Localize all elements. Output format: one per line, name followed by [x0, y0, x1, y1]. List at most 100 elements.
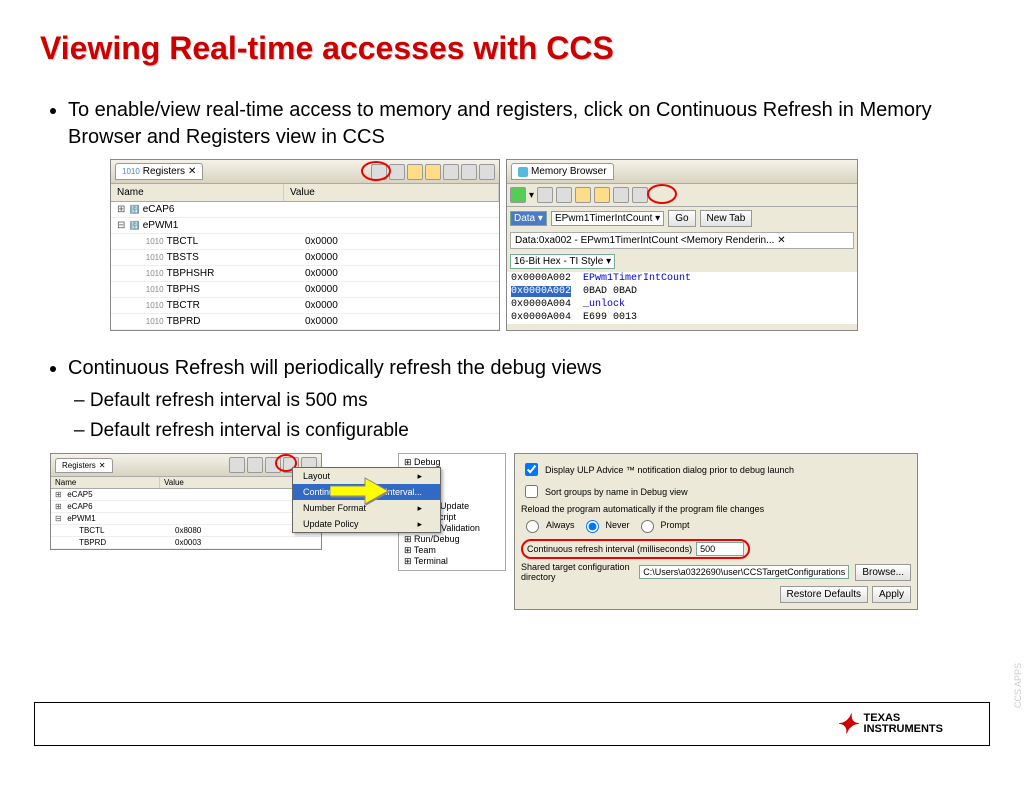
- radio[interactable]: [641, 520, 654, 533]
- registers-body: ⊞ 🔢eCAP6⊟ 🔢ePWM1 1010TBCTL0x0000 1010TBS…: [111, 202, 499, 330]
- address-field[interactable]: EPwm1TimerIntCount ▾: [551, 211, 664, 226]
- dropdown-arrow-icon[interactable]: ▾: [529, 190, 534, 201]
- radio[interactable]: [586, 520, 599, 533]
- checkbox[interactable]: [525, 485, 538, 498]
- tool-icon[interactable]: [510, 187, 526, 203]
- mem-line[interactable]: 0x0000A002 0BAD 0BAD: [507, 285, 857, 298]
- restore-defaults-button[interactable]: Restore Defaults: [780, 586, 868, 603]
- interval-row: Continuous refresh interval (millisecond…: [521, 539, 911, 559]
- browse-button[interactable]: Browse...: [855, 564, 911, 581]
- tool-icon[interactable]: [443, 164, 459, 180]
- format-select[interactable]: 16-Bit Hex - TI Style ▾: [510, 254, 615, 269]
- mem-line[interactable]: 0x0000A002 EPwm1TimerIntCount: [507, 272, 857, 285]
- registers-panel: 1010Registers ✕ Name Value ⊞ 🔢eCAP6⊟ 🔢eP…: [110, 159, 500, 331]
- tree-item[interactable]: ⊞ Team: [402, 545, 502, 556]
- apply-button[interactable]: Apply: [872, 586, 911, 603]
- table-row[interactable]: ⊞ eCAP6: [51, 501, 321, 513]
- tool-icon[interactable]: [461, 164, 477, 180]
- radio[interactable]: [526, 520, 539, 533]
- col-name-header[interactable]: Name: [111, 184, 284, 201]
- tool-icon[interactable]: [556, 187, 572, 203]
- table-row[interactable]: 1010TBCTR0x0000: [111, 298, 499, 314]
- registers-header: Name Value: [111, 184, 499, 202]
- ti-logo-text: TEXASINSTRUMENTS: [864, 713, 943, 735]
- mem-tabbar: Memory Browser: [507, 160, 857, 184]
- new-tab-button[interactable]: New Tab: [700, 210, 753, 227]
- table-row[interactable]: TBPRD0x0003: [51, 537, 321, 549]
- sub-2: Default refresh interval is configurable: [92, 418, 984, 444]
- table-row[interactable]: 1010TBCTL0x0000: [111, 234, 499, 250]
- menu-item[interactable]: Update Policy ▸: [293, 516, 440, 532]
- watermark: CCS APPS: [1013, 663, 1023, 708]
- refresh-icon[interactable]: [407, 164, 423, 180]
- tool-icon[interactable]: [613, 187, 629, 203]
- mem-render-tab[interactable]: Data:0xa002 - EPwm1TimerIntCount <Memory…: [510, 232, 854, 249]
- tool-icon[interactable]: [537, 187, 553, 203]
- table-row[interactable]: 1010TBSTS0x0000: [111, 250, 499, 266]
- continuous-refresh-icon[interactable]: [594, 187, 610, 203]
- registers-tab[interactable]: Registers ✕: [55, 458, 113, 473]
- checkbox[interactable]: [525, 463, 538, 476]
- col-value-header[interactable]: Value: [284, 184, 499, 201]
- tree-item[interactable]: ⊞ Run/Debug: [402, 534, 502, 545]
- tree-item[interactable]: ⊞ Terminal: [402, 556, 502, 567]
- table-row[interactable]: ⊞ eCAP5: [51, 489, 321, 501]
- go-button[interactable]: Go: [668, 210, 695, 227]
- refresh-icon[interactable]: [575, 187, 591, 203]
- mem-line[interactable]: 0x0000A004 _unlock: [507, 298, 857, 311]
- red-circle-annotation: Continuous refresh interval (millisecond…: [521, 539, 750, 559]
- bullet-list: To enable/view real-time access to memor…: [40, 97, 984, 151]
- table-row[interactable]: 1010TBPRD0x0000: [111, 314, 499, 330]
- chk-ulp[interactable]: Display ULP Advice ™ notification dialog…: [521, 460, 911, 479]
- tool-icon[interactable]: [247, 457, 263, 473]
- registers-icon: 1010: [122, 167, 140, 176]
- table-row[interactable]: TBCTL0x8080: [51, 525, 321, 537]
- radio-prompt[interactable]: Prompt: [636, 517, 690, 533]
- arrow-icon: [330, 473, 390, 515]
- reload-options: Always Never Prompt: [521, 517, 911, 536]
- pref-buttons: Restore Defaults Apply: [521, 586, 911, 603]
- table-row[interactable]: 1010TBPHSHR0x0000: [111, 266, 499, 282]
- data-select[interactable]: Data ▾: [510, 211, 547, 226]
- mem-format-row: 16-Bit Hex - TI Style ▾: [507, 251, 857, 272]
- mem-icon: [518, 167, 528, 177]
- chk-sort[interactable]: Sort groups by name in Debug view: [521, 482, 911, 501]
- radio-never[interactable]: Never: [581, 517, 630, 533]
- continuous-refresh-icon[interactable]: [425, 164, 441, 180]
- registers-body-small: ⊞ eCAP5⊞ eCAP6⊟ ePWM1 TBCTL0x8080 TBPRD0…: [51, 489, 321, 549]
- bullet-list-2: Continuous Refresh will periodically ref…: [40, 355, 984, 443]
- registers-tabbar: 1010Registers ✕: [111, 160, 499, 184]
- tool-icon[interactable]: [632, 187, 648, 203]
- bullet-1: To enable/view real-time access to memor…: [68, 97, 984, 151]
- red-circle-annotation: [647, 184, 677, 204]
- shared-row: Shared target configuration directory C:…: [521, 562, 911, 582]
- table-row[interactable]: ⊞ 🔢eCAP6: [111, 202, 499, 218]
- slide-title: Viewing Real-time accesses with CCS: [40, 30, 984, 67]
- mem-toolbar: ▾: [507, 184, 857, 207]
- radio-always[interactable]: Always: [521, 517, 575, 533]
- col-name[interactable]: Name: [51, 477, 160, 488]
- ti-logo: ✦ TEXASINSTRUMENTS: [836, 709, 943, 740]
- memory-browser-panel: Memory Browser ▾ Data ▾ EPwm1TimerIntCou…: [506, 159, 858, 331]
- shared-path-input[interactable]: C:\Users\a0322690\user\CCSTargetConfigur…: [639, 565, 849, 579]
- screenshot-row-2: Registers ✕ NameValue ⊞ eCAP5⊞ eCAP6⊟ eP…: [50, 453, 984, 610]
- reload-label: Reload the program automatically if the …: [521, 504, 911, 514]
- table-row[interactable]: ⊟ ePWM1: [51, 513, 321, 525]
- registers-panel-small: Registers ✕ NameValue ⊞ eCAP5⊞ eCAP6⊟ eP…: [50, 453, 322, 550]
- registers-tab[interactable]: 1010Registers ✕: [115, 163, 203, 180]
- ti-logo-icon: ✦: [836, 709, 858, 740]
- mem-line[interactable]: 0x0000A004 E699 0013: [507, 311, 857, 324]
- tool-icon[interactable]: [479, 164, 495, 180]
- red-circle-annotation: [361, 161, 391, 181]
- memory-browser-tab[interactable]: Memory Browser: [511, 163, 614, 180]
- table-row[interactable]: 1010TBPHS0x0000: [111, 282, 499, 298]
- interval-label: Continuous refresh interval (millisecond…: [527, 544, 692, 554]
- sub-bullets: Default refresh interval is 500 ms Defau…: [68, 388, 984, 443]
- sub-1: Default refresh interval is 500 ms: [92, 388, 984, 414]
- tool-icon[interactable]: [389, 164, 405, 180]
- mem-address-row: Data ▾ EPwm1TimerIntCount ▾ Go New Tab: [507, 207, 857, 230]
- registers-tabbar-small: Registers ✕: [51, 454, 321, 477]
- tool-icon[interactable]: [229, 457, 245, 473]
- table-row[interactable]: ⊟ 🔢ePWM1: [111, 218, 499, 234]
- interval-input[interactable]: 500: [696, 542, 744, 556]
